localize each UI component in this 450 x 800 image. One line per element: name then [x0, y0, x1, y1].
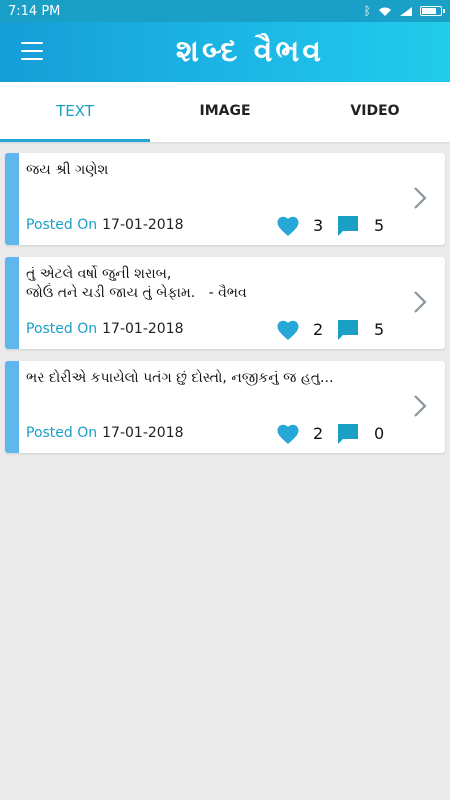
- post-text: જય શ્રી ગણેશ: [26, 161, 396, 180]
- card-accent-bar: [5, 361, 19, 453]
- menu-icon[interactable]: [21, 42, 43, 60]
- card-accent-bar: [5, 257, 19, 349]
- battery-icon: [420, 6, 445, 16]
- chevron-right-icon[interactable]: [413, 186, 427, 210]
- comment-count: 0: [374, 424, 385, 443]
- posted-on-label: Posted On: [26, 321, 98, 337]
- like-count: 2: [313, 424, 324, 443]
- comment-icon[interactable]: [337, 319, 359, 341]
- tab-video[interactable]: VIDEO: [300, 82, 450, 142]
- comment-icon[interactable]: [337, 215, 359, 237]
- post-text-line: ભર દોરીએ કપાયેલો પતંગ છું દોસ્તો, નજીકનુ…: [26, 370, 334, 386]
- post-text: તું એટલે વર્ષો જુની શરાબ, જોઉં તને ચડી જ…: [26, 265, 396, 303]
- comment-icon[interactable]: [337, 423, 359, 445]
- heart-icon[interactable]: [276, 215, 300, 237]
- post-card[interactable]: તું એટલે વર્ષો જુની શરાબ, જોઉં તને ચડી જ…: [5, 257, 445, 349]
- tab-image[interactable]: IMAGE: [150, 82, 300, 142]
- signal-icon: [400, 6, 412, 16]
- post-text: ભર દોરીએ કપાયેલો પતંગ છું દોસ્તો, નજીકનુ…: [26, 369, 396, 388]
- like-count: 2: [313, 320, 324, 339]
- post-date: 17-01-2018: [102, 217, 184, 233]
- chevron-right-icon[interactable]: [413, 290, 427, 314]
- tab-text[interactable]: TEXT: [0, 82, 150, 142]
- comment-count: 5: [374, 216, 385, 235]
- status-icons: ᛒ: [363, 4, 445, 18]
- status-bar: 7:14 PM ᛒ: [0, 0, 450, 22]
- posted-on-label: Posted On: [26, 425, 98, 441]
- posted-on: Posted On 17-01-2018: [26, 321, 184, 337]
- post-text-line: જય શ્રી ગણેશ: [26, 162, 109, 178]
- wifi-icon: [379, 7, 391, 16]
- like-count: 3: [313, 216, 324, 235]
- tab-bar: TEXT IMAGE VIDEO: [0, 82, 450, 142]
- post-date: 17-01-2018: [102, 321, 184, 337]
- comment-count: 5: [374, 320, 385, 339]
- heart-icon[interactable]: [276, 423, 300, 445]
- post-text-line: તું એટલે વર્ષો જુની શરાબ,: [26, 266, 172, 282]
- status-time: 7:14 PM: [8, 3, 61, 19]
- posted-on: Posted On 17-01-2018: [26, 217, 184, 233]
- posted-on-label: Posted On: [26, 217, 98, 233]
- bluetooth-icon: ᛒ: [363, 4, 371, 18]
- post-text-line: જોઉં તને ચડી જાય તું બેફામ. - વૈભવ: [26, 285, 247, 301]
- post-card[interactable]: ભર દોરીએ કપાયેલો પતંગ છું દોસ્તો, નજીકનુ…: [5, 361, 445, 453]
- app-bar: શબ્દ વૈભવ: [0, 22, 450, 82]
- app-title: શબ્દ વૈભવ: [175, 34, 325, 69]
- post-date: 17-01-2018: [102, 425, 184, 441]
- post-card[interactable]: જય શ્રી ગણેશ Posted On 17-01-2018 3 5: [5, 153, 445, 245]
- chevron-right-icon[interactable]: [413, 394, 427, 418]
- heart-icon[interactable]: [276, 319, 300, 341]
- card-accent-bar: [5, 153, 19, 245]
- posted-on: Posted On 17-01-2018: [26, 425, 184, 441]
